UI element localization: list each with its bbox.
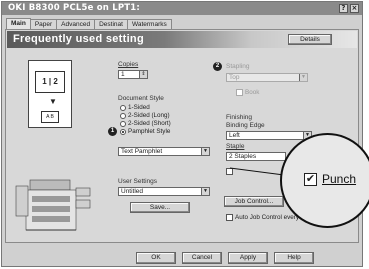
save-settings-button[interactable]: Save...: [130, 202, 190, 213]
radio-1-sided-label: 1-Sided: [128, 104, 150, 111]
stapling-select[interactable]: Top ▼: [226, 73, 308, 82]
radio-pamphlet-style-label: Pamphlet Style: [128, 128, 171, 135]
tab-advanced[interactable]: Advanced: [56, 19, 96, 29]
window-title: OKI B8300 PCL5e on LPT1:: [8, 3, 140, 13]
radio-pamphlet-style[interactable]: Pamphlet Style: [120, 128, 170, 135]
magnifier-lens-icon: ✔ Punch: [280, 133, 369, 228]
spinner-icon[interactable]: ⇕: [139, 71, 147, 78]
auto-job-control-label: Auto Job Control every: [235, 214, 300, 221]
radio-1-sided[interactable]: 1-Sided: [120, 104, 150, 111]
radio-icon: [120, 112, 126, 119]
checkbox-icon: [226, 214, 233, 221]
tab-destination[interactable]: Destinat: [94, 19, 128, 29]
booklet-checkbox[interactable]: Book: [236, 89, 259, 96]
callout-marker-2: 2: [213, 62, 222, 71]
booklet-label: Book: [245, 89, 260, 96]
staple-label: Staple: [226, 143, 245, 150]
stapling-label: Stapling: [226, 63, 250, 70]
details-button[interactable]: Details: [288, 34, 332, 45]
ok-button[interactable]: OK: [136, 252, 176, 264]
help-button[interactable]: Help: [274, 252, 314, 264]
user-settings-value: Untitled: [121, 188, 144, 195]
staple-value: 2 Staples: [229, 153, 257, 160]
close-icon[interactable]: ×: [350, 4, 359, 13]
title-bar: OKI B8300 PCL5e on LPT1: ? ×: [2, 2, 362, 15]
preview-pages-icon: 1 | 2: [35, 71, 65, 93]
pamphlet-style-value: Text Pamphlet: [121, 148, 163, 155]
checkbox-icon: [236, 89, 243, 96]
radio-2-sided-long-label: 2-Sided (Long): [128, 112, 170, 119]
finishing-label: Finishing: [226, 114, 253, 121]
radio-2-sided-short[interactable]: 2-Sided (Short): [120, 120, 171, 127]
punch-label-magnified: Punch: [322, 172, 357, 186]
chevron-down-icon: ▼: [299, 74, 307, 81]
stapling-value: Top: [229, 74, 240, 81]
chevron-down-icon: ▼: [201, 148, 209, 155]
pamphlet-style-select[interactable]: Text Pamphlet ▼: [118, 147, 210, 156]
binding-edge-label: Binding Edge: [226, 122, 265, 129]
tab-paper[interactable]: Paper: [29, 19, 58, 29]
staple-select[interactable]: 2 Staples: [226, 152, 286, 161]
job-control-button[interactable]: Job Control...: [224, 196, 284, 207]
binding-edge-select[interactable]: Left ▼: [226, 131, 312, 140]
printer-properties-window: OKI B8300 PCL5e on LPT1: ? × Main Paper …: [1, 1, 363, 267]
preview-fold-arrow-icon: ▼: [49, 97, 57, 106]
user-settings-label: User Settings: [118, 178, 158, 185]
radio-2-sided-short-label: 2-Sided (Short): [128, 120, 171, 127]
radio-icon: [120, 104, 126, 111]
banner-title: Frequently used setting: [13, 33, 144, 45]
title-bar-controls: ? ×: [339, 4, 359, 13]
document-style-label: Document Style: [118, 95, 164, 102]
tab-watermarks[interactable]: Watermarks: [126, 19, 172, 29]
copies-field[interactable]: 1 ⇕: [118, 70, 148, 79]
user-settings-select[interactable]: Untitled ▼: [118, 187, 210, 196]
layout-preview: 1 | 2 ▼ A B: [28, 60, 72, 128]
cancel-button[interactable]: Cancel: [182, 252, 222, 264]
printer-device-icon: [14, 172, 92, 234]
radio-icon: [120, 120, 126, 127]
tab-strip: Main Paper Advanced Destinat Watermarks: [6, 18, 172, 29]
magnifier-pointer-icon: [229, 167, 285, 176]
punch-checkbox-magnified[interactable]: ✔: [304, 173, 317, 186]
auto-job-control-checkbox[interactable]: Auto Job Control every: [226, 214, 299, 221]
preview-booklet-icon: A B: [41, 111, 59, 123]
radio-2-sided-long[interactable]: 2-Sided (Long): [120, 112, 170, 119]
copies-value: 1: [121, 71, 125, 78]
callout-marker-1: 1: [108, 127, 117, 136]
radio-selected-icon: [120, 128, 126, 135]
apply-button[interactable]: Apply: [228, 252, 268, 264]
binding-edge-value: Left: [229, 132, 240, 139]
help-icon[interactable]: ?: [339, 4, 348, 13]
chevron-down-icon: ▼: [201, 188, 209, 195]
copies-label: Copies: [118, 61, 139, 68]
tab-main[interactable]: Main: [6, 18, 31, 29]
